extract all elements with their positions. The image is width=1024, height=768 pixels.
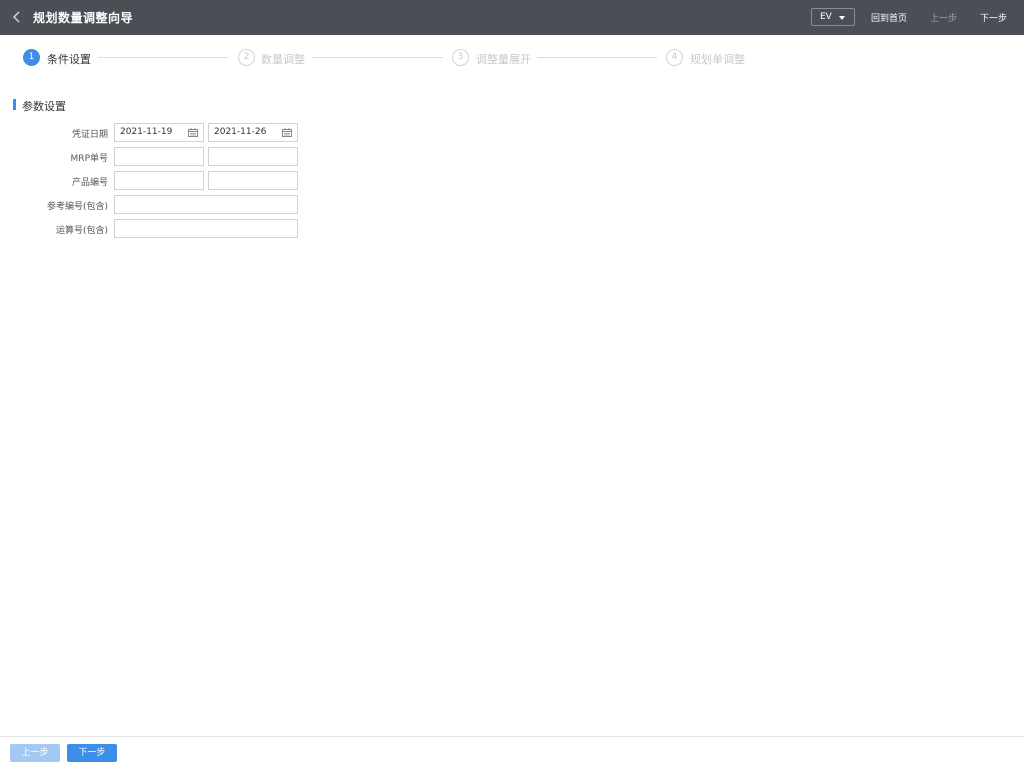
mrp-no-to-input[interactable] bbox=[208, 147, 298, 166]
voucher-date-to-field[interactable]: 2021-11-26 bbox=[208, 123, 298, 142]
voucher-date-label: 凭证日期 bbox=[71, 130, 108, 140]
voucher-date-from-value: 2021-11-19 bbox=[120, 127, 173, 137]
header-next-button[interactable]: 下一步 bbox=[980, 11, 1007, 24]
header-prev-button[interactable]: 上一步 bbox=[930, 11, 957, 24]
calendar-icon[interactable] bbox=[282, 128, 292, 137]
footer-bar: 上一步 下一步 bbox=[0, 736, 1024, 768]
calendar-icon[interactable] bbox=[188, 128, 198, 137]
step-2-label: 数量调整 bbox=[261, 53, 305, 66]
product-no-to-input[interactable] bbox=[208, 171, 298, 190]
step-connector bbox=[98, 57, 228, 58]
mrp-no-label: MRP单号 bbox=[70, 154, 108, 164]
step-4-number: 4 bbox=[666, 49, 683, 66]
voucher-date-from-field[interactable]: 2021-11-19 bbox=[114, 123, 204, 142]
section-title: 参数设置 bbox=[22, 100, 66, 113]
step-3-number: 3 bbox=[452, 49, 469, 66]
product-no-from-input[interactable] bbox=[114, 171, 204, 190]
step-connector bbox=[537, 57, 657, 58]
step-1-label: 条件设置 bbox=[47, 53, 91, 66]
ref-no-label: 参考编号(包含) bbox=[46, 202, 108, 212]
ref-no-input[interactable] bbox=[114, 195, 298, 214]
voucher-date-to-value: 2021-11-26 bbox=[214, 127, 267, 137]
back-arrow-icon[interactable] bbox=[10, 10, 24, 24]
top-bar: 规划数量调整向导 EV 回到首页 上一步 下一步 bbox=[0, 0, 1024, 35]
page-title: 规划数量调整向导 bbox=[33, 11, 134, 25]
step-2-number: 2 bbox=[238, 49, 255, 66]
step-connector bbox=[312, 57, 443, 58]
wizard-steps: 1 条件设置 2 数量调整 3 调整量展开 4 规划单调整 bbox=[0, 48, 1024, 68]
step-1-number: 1 bbox=[23, 49, 40, 66]
product-no-label: 产品编号 bbox=[71, 178, 108, 188]
next-step-button[interactable]: 下一步 bbox=[67, 744, 117, 762]
calc-no-input[interactable] bbox=[114, 219, 298, 238]
org-select-value: EV bbox=[820, 12, 832, 22]
home-button[interactable]: 回到首页 bbox=[871, 11, 907, 24]
step-4-label: 规划单调整 bbox=[690, 53, 745, 66]
step-3-label: 调整量展开 bbox=[476, 53, 531, 66]
prev-step-button[interactable]: 上一步 bbox=[10, 744, 60, 762]
calc-no-label: 运算号(包含) bbox=[55, 226, 108, 236]
mrp-no-from-input[interactable] bbox=[114, 147, 204, 166]
org-select[interactable]: EV bbox=[811, 8, 855, 26]
caret-down-icon bbox=[839, 16, 845, 20]
section-marker bbox=[13, 99, 16, 110]
